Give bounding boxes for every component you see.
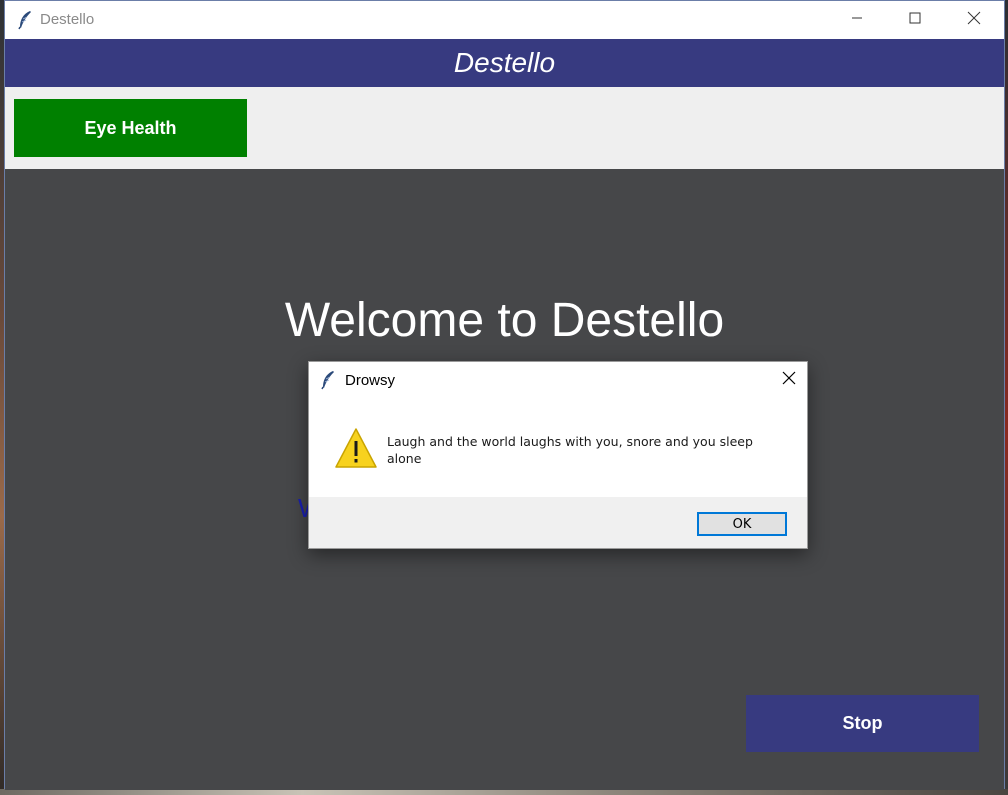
title-bar[interactable]: Destello	[5, 1, 1004, 39]
maximize-icon	[909, 11, 921, 29]
stop-button[interactable]: Stop	[746, 695, 979, 752]
app-banner-title: Destello	[453, 47, 556, 78]
dialog-title-bar[interactable]: Drowsy	[309, 362, 807, 398]
warning-icon	[334, 427, 378, 469]
toolbar: Eye Health	[5, 87, 1004, 169]
maximize-button[interactable]	[886, 1, 944, 39]
drowsy-dialog: Drowsy Laugh and the world laughs with y…	[308, 361, 808, 549]
eye-health-button[interactable]: Eye Health	[14, 99, 247, 157]
close-icon	[967, 11, 981, 30]
dialog-footer: OK	[309, 497, 807, 548]
window-title: Destello	[40, 11, 95, 28]
close-button[interactable]	[945, 1, 1003, 39]
dialog-close-button[interactable]	[769, 362, 809, 398]
welcome-heading: Welcome to Destello	[284, 294, 725, 347]
dialog-message: Laugh and the world laughs with you, sno…	[387, 434, 753, 466]
minimize-button[interactable]	[828, 1, 886, 39]
ok-button[interactable]: OK	[697, 512, 787, 536]
feather-icon	[17, 10, 33, 30]
app-banner: Destello	[5, 39, 1004, 87]
feather-icon	[321, 370, 335, 390]
minimize-icon	[851, 11, 863, 29]
dialog-title: Drowsy	[345, 372, 396, 389]
close-icon	[782, 371, 796, 390]
